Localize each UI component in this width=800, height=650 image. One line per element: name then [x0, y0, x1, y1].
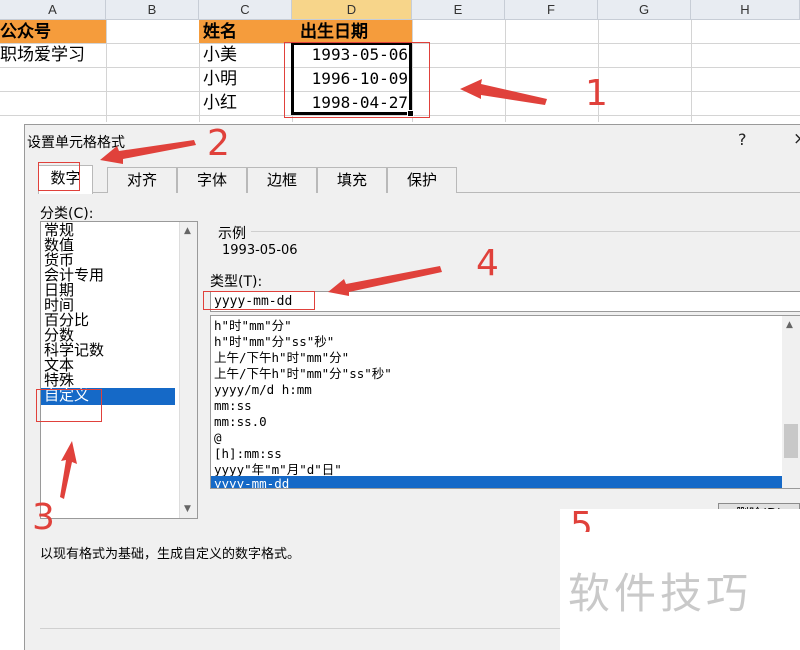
- format-scrollbar[interactable]: ▲: [782, 316, 800, 488]
- annotation-box-number-tab: [38, 162, 80, 191]
- column-header-h[interactable]: H: [691, 0, 800, 20]
- watermark-text: 软件技巧: [568, 569, 753, 618]
- sample-value: 1993-05-06: [222, 243, 298, 258]
- cell-c1-header[interactable]: 姓名: [199, 20, 292, 43]
- sample-label: 示例: [218, 226, 246, 242]
- format-item[interactable]: 上午/下午h"时"mm"分"ss"秒": [211, 366, 784, 382]
- grid-line: [505, 20, 506, 122]
- tab-font[interactable]: 字体: [177, 167, 247, 193]
- column-header-a[interactable]: A: [0, 0, 106, 20]
- format-item[interactable]: [h]:mm:ss: [211, 446, 784, 462]
- scroll-thumb[interactable]: [784, 424, 798, 458]
- grid-line: [106, 20, 107, 122]
- scroll-up-icon[interactable]: ▲: [184, 226, 191, 236]
- tab-alignment[interactable]: 对齐: [107, 167, 177, 193]
- annotation-number-3: 3: [32, 497, 55, 538]
- column-header-c[interactable]: C: [199, 0, 292, 20]
- sample-divider: [251, 231, 800, 232]
- annotation-box-custom: [36, 389, 102, 422]
- cell-name[interactable]: 小红: [203, 91, 292, 115]
- format-item[interactable]: 上午/下午h"时"mm"分": [211, 350, 784, 366]
- tab-border[interactable]: 边框: [247, 167, 317, 193]
- format-list[interactable]: h"时"mm"分" h"时"mm"分"ss"秒" 上午/下午h"时"mm"分" …: [210, 315, 800, 489]
- format-item-selected[interactable]: yyyy-mm-dd: [211, 476, 784, 488]
- category-list[interactable]: 常规 数值 货币 会计专用 日期 时间 百分比 分数 科学记数 文本 特殊 自定…: [40, 221, 198, 519]
- annotation-number-5: 5: [570, 508, 593, 532]
- annotation-number-4: 4: [476, 243, 499, 284]
- cell-name[interactable]: 小美: [203, 43, 292, 67]
- format-item[interactable]: h"时"mm"分": [211, 318, 784, 334]
- annotation-box-type: [203, 291, 315, 310]
- format-item[interactable]: mm:ss.0: [211, 414, 784, 430]
- category-label: 分类(C):: [40, 206, 94, 222]
- tab-fill[interactable]: 填充: [317, 167, 387, 193]
- column-header-d[interactable]: D: [292, 0, 412, 20]
- column-header-g[interactable]: G: [598, 0, 691, 20]
- close-button[interactable]: ×: [793, 129, 800, 149]
- scroll-down-icon[interactable]: ▼: [184, 504, 191, 514]
- cell-a1[interactable]: 公众号: [0, 20, 106, 43]
- type-label: 类型(T):: [210, 274, 263, 290]
- column-header-f[interactable]: F: [505, 0, 598, 20]
- annotation-number-1: 1: [585, 73, 608, 114]
- cell-d1-header[interactable]: 出生日期: [292, 20, 412, 43]
- format-item[interactable]: h"时"mm"分"ss"秒": [211, 334, 784, 350]
- category-scrollbar[interactable]: ▲ ▼: [179, 222, 197, 518]
- cell-a2[interactable]: 职场爱学习: [0, 43, 110, 67]
- annotation-box-dates: [284, 42, 430, 118]
- grid-line: [691, 20, 692, 122]
- cell-name[interactable]: 小明: [203, 67, 292, 91]
- format-item[interactable]: @: [211, 430, 784, 446]
- scroll-up-icon[interactable]: ▲: [786, 320, 793, 330]
- format-item[interactable]: mm:ss: [211, 398, 784, 414]
- tab-protection[interactable]: 保护: [387, 167, 457, 193]
- format-item[interactable]: yyyy/m/d h:mm: [211, 382, 784, 398]
- description-text: 以现有格式为基础，生成自定义的数字格式。: [40, 547, 301, 562]
- column-header-e[interactable]: E: [412, 0, 505, 20]
- annotation-number-2: 2: [207, 123, 230, 164]
- help-button[interactable]: ?: [738, 130, 747, 149]
- column-header-b[interactable]: B: [106, 0, 199, 20]
- dialog-title: 设置单元格格式: [27, 135, 125, 151]
